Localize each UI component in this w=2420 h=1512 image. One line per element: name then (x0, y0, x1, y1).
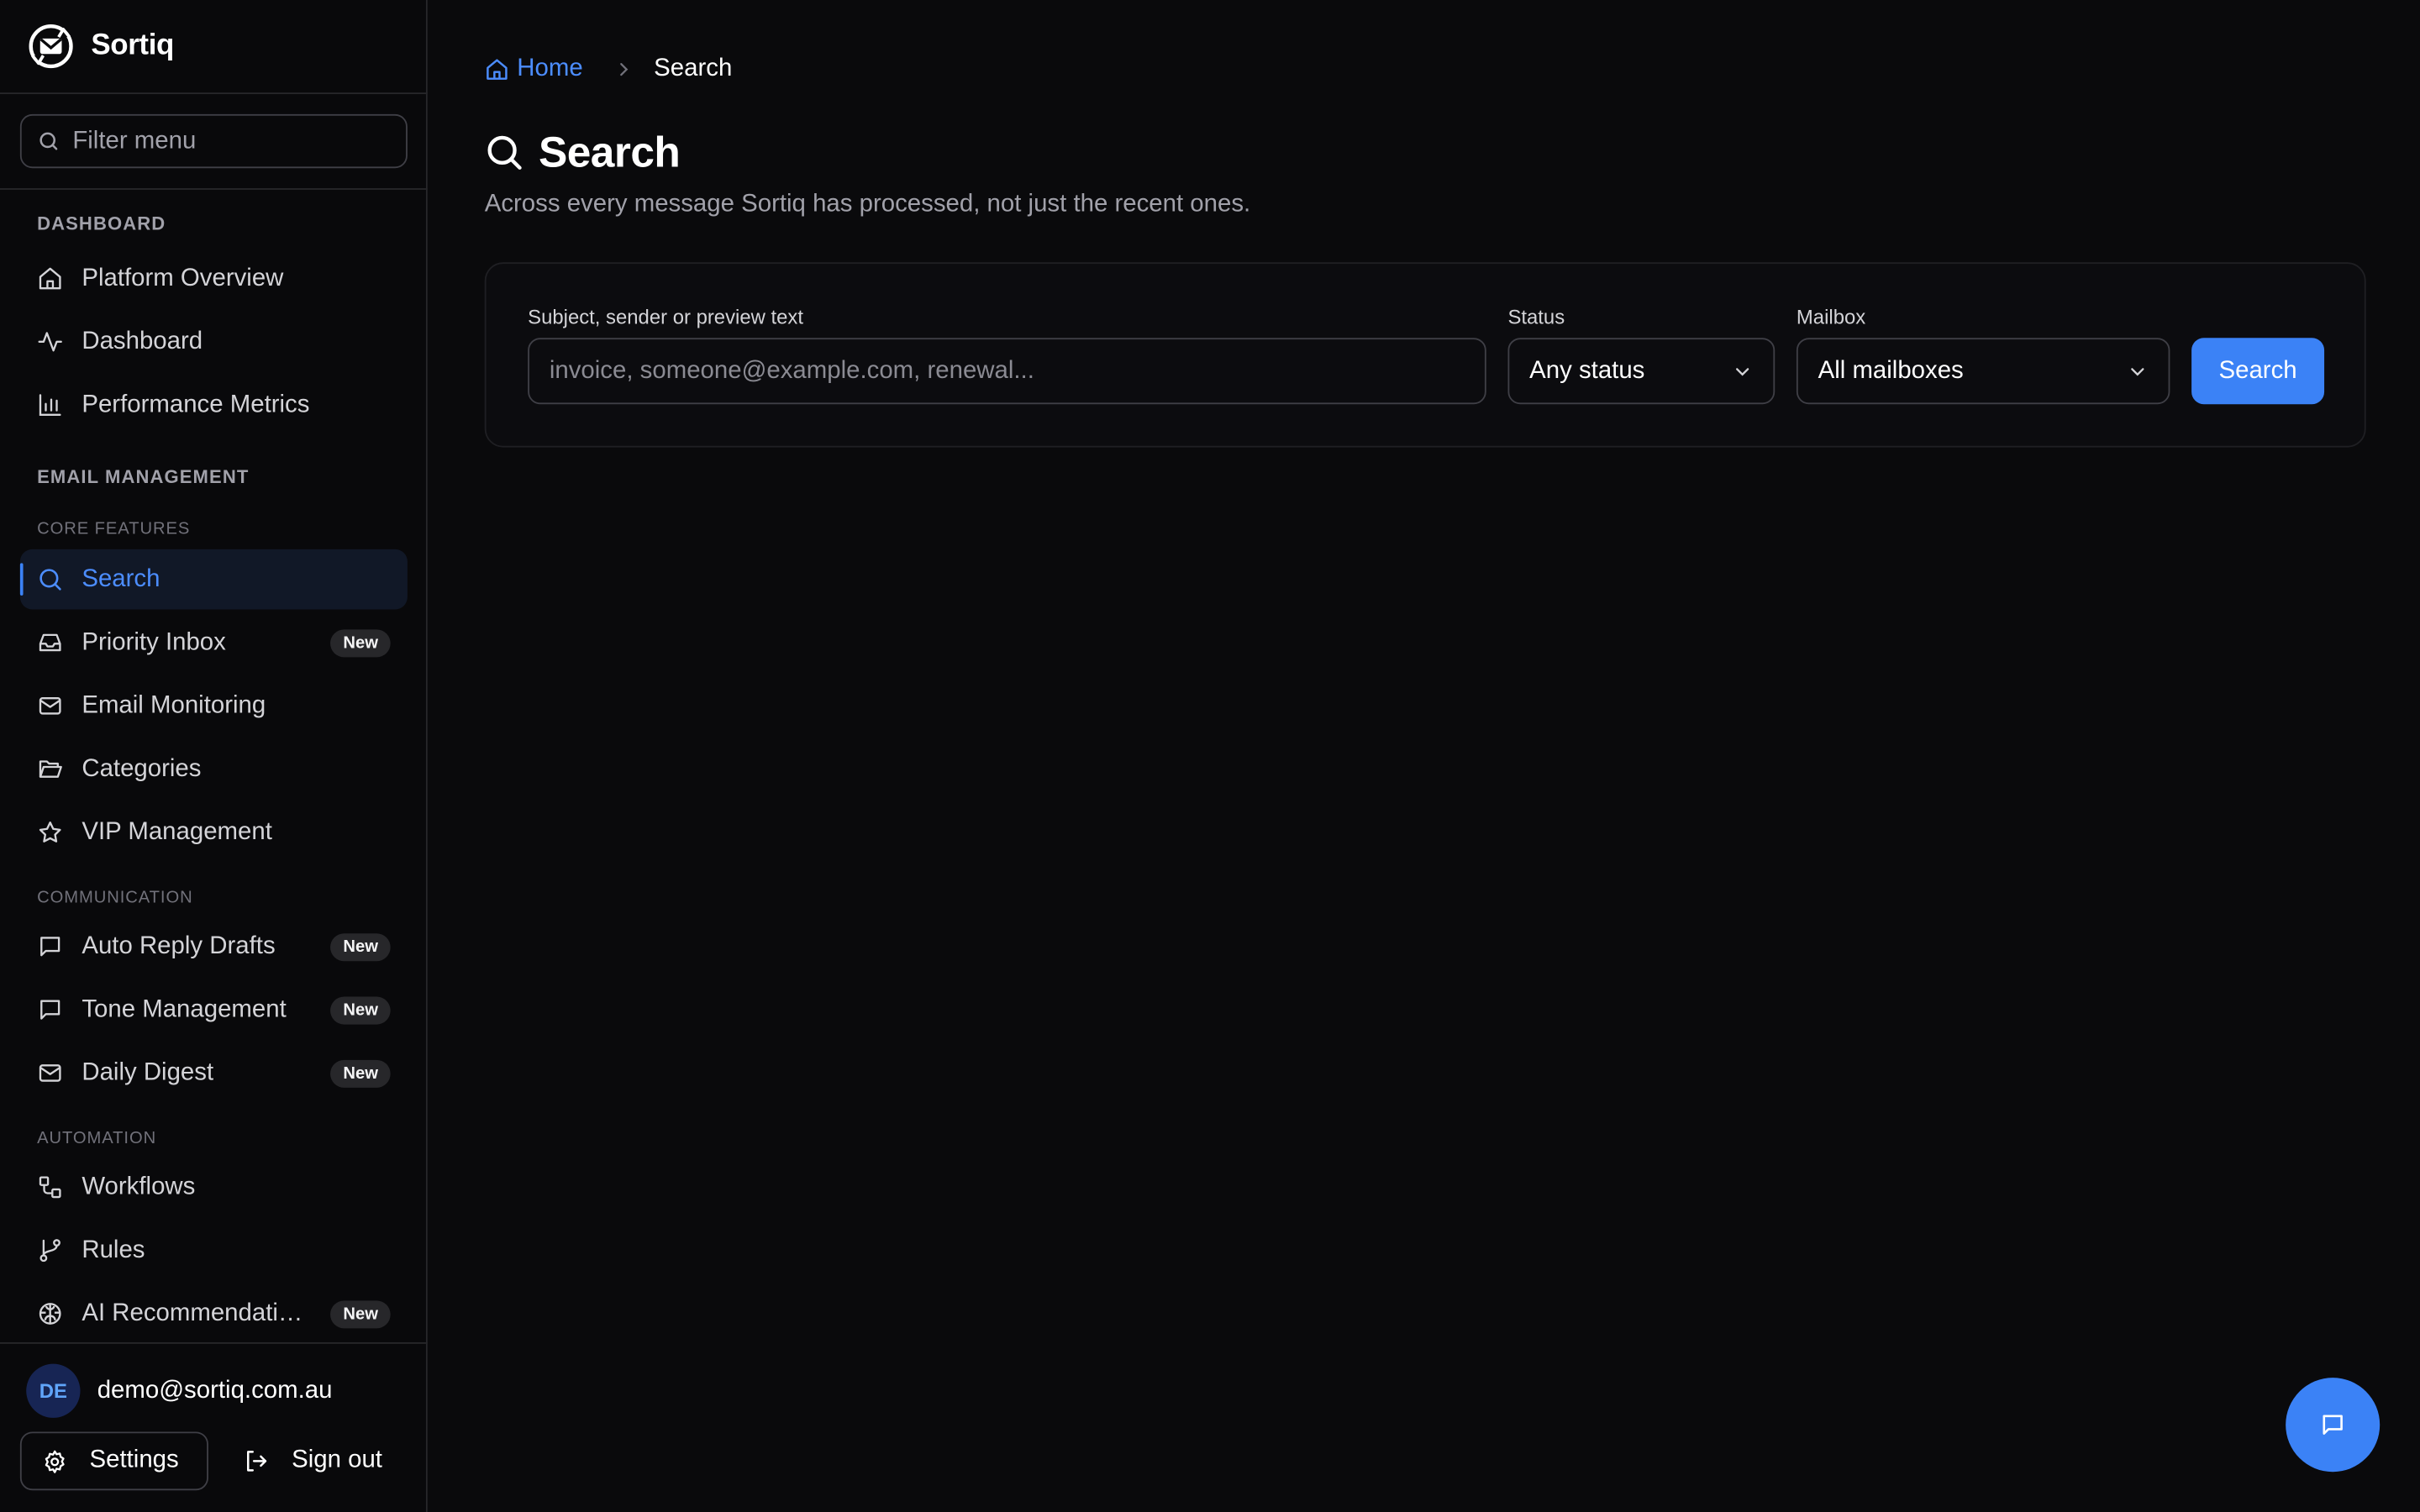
breadcrumb-current: Search (654, 55, 733, 82)
breadcrumb-home[interactable]: Home (485, 55, 583, 83)
home-icon (487, 59, 508, 80)
sidebar-item-label: Platform Overview (82, 264, 284, 291)
query-field[interactable] (528, 338, 1486, 405)
section-core-features: CORE FEATURES (37, 519, 191, 539)
user-profile[interactable]: DE demo@sortiq.com.au (26, 1363, 333, 1418)
sidebar-item-workflows[interactable]: Workflows (20, 1158, 408, 1218)
sidebar-item-search[interactable]: Search (19, 549, 408, 610)
chevron-down-icon (1736, 367, 1749, 375)
sidebar-nav[interactable]: DASHBOARD Platform Overview Dashboard Pe… (0, 190, 428, 1342)
status-label: Status (1507, 305, 1565, 329)
status-select-value: Any status (1529, 357, 1645, 384)
mailbox-select-value: All mailboxes (1818, 357, 1964, 384)
settings-button[interactable]: Settings (19, 1431, 208, 1491)
brand-logo-icon (29, 24, 73, 69)
chevron-right-icon (613, 60, 632, 79)
new-badge: New (330, 1058, 391, 1087)
inbox-icon (39, 633, 61, 652)
sidebar-item-auto-reply-drafts[interactable]: Auto Reply Drafts New (20, 916, 408, 977)
sidebar-item-daily-digest[interactable]: Daily Digest New (20, 1043, 408, 1104)
breadcrumb-home-label: Home (517, 55, 583, 82)
sidebar-item-label: Dashboard (82, 328, 203, 354)
settings-label: Settings (89, 1446, 179, 1474)
sidebar-item-label: Priority Inbox (82, 628, 226, 655)
sidebar-item-ai-recommendations[interactable]: AI Recommendatio... New (20, 1284, 408, 1342)
divider (0, 1341, 428, 1344)
sidebar-item-label: Tone Management (82, 995, 287, 1022)
sidebar-item-vip-management[interactable]: VIP Management (20, 802, 408, 863)
section-communication: COMMUNICATION (37, 888, 193, 907)
chevron-down-icon (2131, 367, 2144, 375)
status-select[interactable]: Any status (1507, 338, 1776, 405)
section-email-management: EMAIL MANAGEMENT (37, 465, 250, 488)
sidebar-item-label: Performance Metrics (82, 391, 310, 417)
folder-open-icon (39, 760, 62, 778)
search-icon (487, 135, 522, 170)
sign-out-label: Sign out (292, 1446, 382, 1474)
bar-chart-icon (39, 394, 61, 417)
sidebar-item-label: Workflows (82, 1173, 196, 1200)
search-card: Subject, sender or preview text Status A… (484, 262, 2366, 448)
sign-out-button[interactable]: Sign out (242, 1431, 382, 1490)
page-title-text: Search (539, 128, 681, 176)
sidebar-item-tone-management[interactable]: Tone Management New (20, 979, 408, 1040)
sidebar-item-label: Daily Digest (82, 1058, 214, 1086)
sidebar: Sortiq Filter menu DASHBOARD Platform Ov… (0, 0, 428, 1512)
search-button[interactable]: Search (2191, 338, 2325, 405)
message-square-icon (40, 937, 60, 957)
user-email: demo@sortiq.com.au (97, 1377, 333, 1404)
breadcrumb: Home Search (485, 54, 733, 85)
git-branch-icon (39, 1239, 60, 1263)
sidebar-item-label: Categories (82, 755, 202, 782)
brand[interactable]: Sortiq (26, 22, 174, 71)
avatar: DE (26, 1363, 81, 1418)
gear-icon (45, 1449, 65, 1473)
sidebar-item-performance-metrics[interactable]: Performance Metrics (20, 375, 408, 435)
query-input[interactable] (549, 357, 1465, 386)
message-square-icon (40, 1000, 60, 1020)
chat-button[interactable] (2286, 1378, 2381, 1473)
query-label: Subject, sender or preview text (528, 305, 803, 329)
sidebar-item-priority-inbox[interactable]: Priority Inbox New (20, 612, 408, 673)
sidebar-item-rules[interactable]: Rules (20, 1221, 408, 1281)
sidebar-item-label: AI Recommendatio... (82, 1299, 313, 1326)
sidebar-item-label: Auto Reply Drafts (82, 932, 276, 959)
workflow-icon (39, 1176, 61, 1199)
chat-icon (2323, 1415, 2343, 1435)
log-out-icon (247, 1451, 267, 1472)
star-icon (39, 822, 61, 843)
sidebar-item-dashboard[interactable]: Dashboard (20, 312, 408, 372)
sidebar-item-label: Search (82, 565, 160, 592)
activity-icon (38, 332, 62, 352)
filter-menu-placeholder: Filter menu (72, 127, 197, 154)
filter-menu-input[interactable]: Filter menu (19, 113, 408, 169)
mail-icon (39, 697, 61, 715)
sidebar-item-platform-overview[interactable]: Platform Overview (20, 249, 408, 309)
page-subtitle: Across every message Sortiq has processe… (484, 191, 1251, 218)
page-title: Search (485, 128, 681, 177)
brand-name: Sortiq (91, 29, 174, 62)
search-icon (39, 569, 61, 591)
app-root: Sortiq Filter menu DASHBOARD Platform Ov… (0, 0, 2420, 1512)
new-badge: New (330, 995, 391, 1024)
search-icon (39, 132, 58, 150)
section-automation: AUTOMATION (37, 1129, 157, 1148)
new-badge: New (330, 1299, 391, 1328)
mailbox-select[interactable]: All mailboxes (1796, 338, 2170, 405)
sidebar-item-label: Rules (82, 1236, 145, 1263)
new-badge: New (330, 932, 391, 961)
sidebar-item-label: Email Monitoring (82, 691, 266, 718)
mail-icon (39, 1064, 61, 1082)
sidebar-item-categories[interactable]: Categories (20, 739, 408, 800)
new-badge: New (330, 628, 391, 657)
home-icon (39, 267, 61, 290)
mailbox-label: Mailbox (1796, 305, 1866, 329)
sidebar-item-email-monitoring[interactable]: Email Monitoring (20, 675, 408, 736)
brain-icon (39, 1303, 61, 1325)
section-dashboard: DASHBOARD (37, 213, 166, 235)
sidebar-item-label: VIP Management (82, 818, 272, 845)
divider (0, 92, 428, 95)
